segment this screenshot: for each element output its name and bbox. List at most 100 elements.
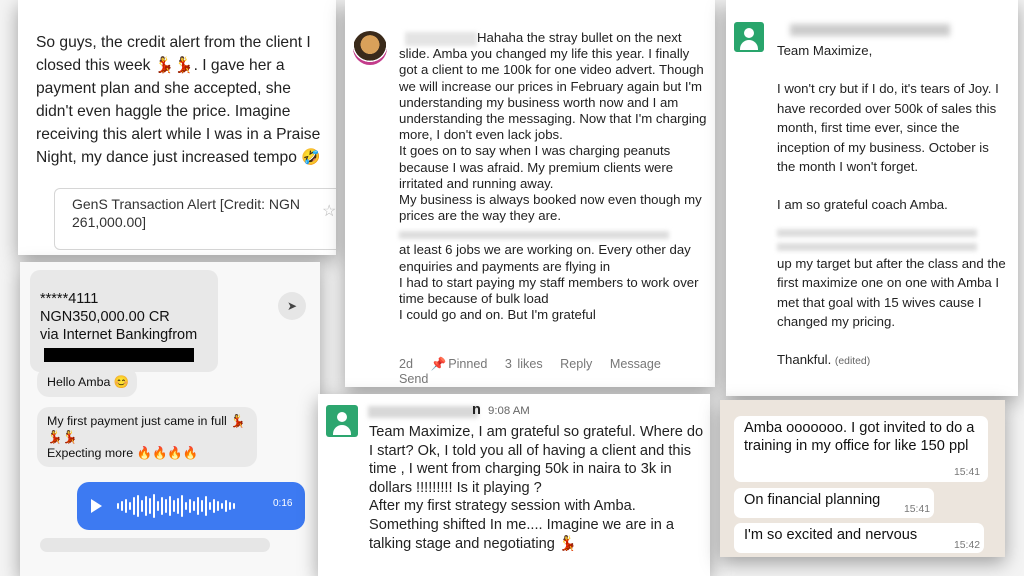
chat-bubble: Hello Amba 😊	[37, 367, 137, 397]
waveform-bar	[165, 499, 167, 513]
paragraph: It goes on to say when I was charging pe…	[399, 143, 674, 191]
paragraph: I won't cry but if I do, it's tears of J…	[777, 81, 999, 175]
paragraph: up my target but after the class and the…	[777, 255, 1006, 330]
bank-text: *****4111 NGN350,000.00 CR via Internet …	[40, 290, 197, 345]
waveform-bar	[193, 501, 195, 511]
voice-note[interactable]: 0:16	[77, 482, 305, 530]
message-button[interactable]: Message	[610, 357, 661, 371]
paragraph: at least 6 jobs we are working on. Every…	[399, 242, 691, 274]
message-line: closed this week 💃💃. I gave her a	[36, 57, 285, 74]
paragraph: Team Maximize, I am grateful so grateful…	[369, 424, 704, 496]
blurred-username	[368, 406, 478, 418]
waveform-bar	[221, 503, 223, 509]
chat-line: 💃💃	[47, 430, 78, 444]
waveform-bar	[229, 502, 231, 510]
account-number: *****4111	[40, 291, 99, 307]
username-suffix: n	[472, 402, 481, 418]
chat-text: Hello Amba 😊	[47, 375, 130, 389]
waveform-bar	[157, 501, 159, 511]
paragraph: Hahaha the stray bullet on the next slid…	[399, 30, 707, 143]
waveform-bar	[133, 497, 135, 515]
waveform-bar	[213, 499, 215, 513]
credit-alert-post-card: So guys, the credit alert from the clien…	[18, 0, 336, 255]
message-line: didn't even haggle the price. Imagine	[36, 103, 291, 120]
team-message-card: Team Maximize, I won't cry but if I do, …	[726, 0, 1018, 396]
blurred-text	[777, 228, 977, 237]
waveform-icon	[117, 494, 257, 518]
waveform-bar	[141, 500, 143, 512]
team-message-card: n 9:08 AM Team Maximize, I am grateful s…	[318, 394, 710, 576]
message-line: So guys, the credit alert from the clien…	[36, 34, 311, 51]
waveform-bar	[153, 494, 155, 518]
message-body: Team Maximize, I won't cry but if I do, …	[777, 41, 1009, 372]
chat-bubble	[40, 538, 270, 552]
waveform-bar	[121, 501, 123, 511]
star-outline-icon[interactable]: ☆	[322, 201, 336, 221]
testimonial-comment-card: Hahaha the stray bullet on the next slid…	[345, 0, 715, 387]
chat-text: I'm so excited and nervous	[744, 527, 918, 543]
blurred-username	[790, 24, 950, 36]
post-message: So guys, the credit alert from the clien…	[36, 31, 336, 169]
waveform-bar	[185, 502, 187, 510]
user-avatar-icon[interactable]	[326, 405, 358, 437]
redaction-bar	[44, 348, 194, 362]
message-time: 15:41	[904, 504, 931, 515]
waveform-bar	[177, 498, 179, 514]
waveform-bar	[117, 503, 119, 509]
pin-icon: 📌	[430, 357, 447, 371]
waveform-bar	[145, 496, 147, 516]
avatar[interactable]	[353, 31, 387, 65]
paragraph: I am so grateful coach Amba.	[777, 197, 948, 213]
chat-bubble: My first payment just came in full 💃 💃💃 …	[37, 407, 257, 467]
pinned-label: Pinned	[448, 357, 488, 371]
waveform-bar	[225, 500, 227, 512]
waveform-bar	[233, 503, 235, 509]
comment-body: Hahaha the stray bullet on the next slid…	[399, 30, 709, 323]
waveform-bar	[161, 497, 163, 515]
play-icon[interactable]	[91, 499, 102, 513]
chat-bubble: Amba ooooooo. I got invited to do a trai…	[734, 416, 988, 482]
waveform-bar	[137, 495, 139, 517]
paragraph: I could go and on. But I'm grateful	[399, 307, 596, 323]
transaction-alert-preview[interactable]: GenS Transaction Alert [Credit: NGN 261,…	[54, 188, 336, 250]
chat-text: Amba ooooooo. I got invited to do a trai…	[744, 420, 975, 454]
waveform-bar	[181, 495, 183, 517]
waveform-bar	[189, 499, 191, 513]
waveform-bar	[205, 496, 207, 516]
waveform-bar	[169, 496, 171, 516]
chat-bubble: I'm so excited and nervous 15:42	[734, 523, 984, 553]
credit-amount: NGN350,000.00 CR	[40, 309, 170, 326]
message-body: Team Maximize, I am grateful so grateful…	[369, 423, 707, 553]
share-icon[interactable]: ➤	[278, 292, 306, 320]
waveform-bar	[201, 500, 203, 512]
alert-text: GenS Transaction Alert [Credit: NGN 261,…	[72, 196, 300, 230]
chat-text: My first payment just came in full 💃 💃💃 …	[47, 413, 252, 461]
waveform-bar	[173, 500, 175, 512]
paragraph: I had to start paying my staff members t…	[399, 274, 699, 307]
message-line: Night, my dance just increased tempo 🤣	[36, 149, 321, 166]
closing: Thankful.	[777, 352, 832, 368]
paragraph: My business is always booked now even th…	[399, 192, 702, 224]
comment-actions: 2d 📌 Pinned 3 likes Reply Message Send	[399, 357, 715, 386]
paragraph: After my first strategy session with Amb…	[369, 498, 675, 552]
chat-line: Expecting more 🔥🔥🔥🔥	[47, 446, 199, 460]
waveform-bar	[129, 502, 131, 510]
whatsapp-chat-card: Amba ooooooo. I got invited to do a trai…	[720, 400, 1005, 557]
message-line: payment plan and she accepted, she	[36, 80, 291, 97]
chat-line: My first payment just came in full 💃	[47, 414, 246, 428]
bank-channel: via Internet Bankingfrom	[40, 327, 198, 344]
waveform-bar	[209, 502, 211, 510]
message-line: receiving this alert while I was in a Pr…	[36, 126, 321, 143]
paragraph: Team Maximize,	[777, 43, 873, 58]
voice-duration: 0:16	[273, 498, 293, 509]
waveform-bar	[125, 499, 127, 513]
chat-text: On financial planning	[744, 492, 881, 508]
waveform-bar	[197, 497, 199, 515]
reply-button[interactable]: Reply	[560, 357, 592, 371]
user-avatar-icon[interactable]	[734, 22, 764, 52]
blurred-text	[399, 231, 669, 240]
send-button[interactable]: Send	[399, 372, 428, 386]
waveform-bar	[149, 498, 151, 514]
message-time: 15:42	[954, 540, 981, 551]
likes-count[interactable]: 3 likes	[505, 357, 543, 371]
